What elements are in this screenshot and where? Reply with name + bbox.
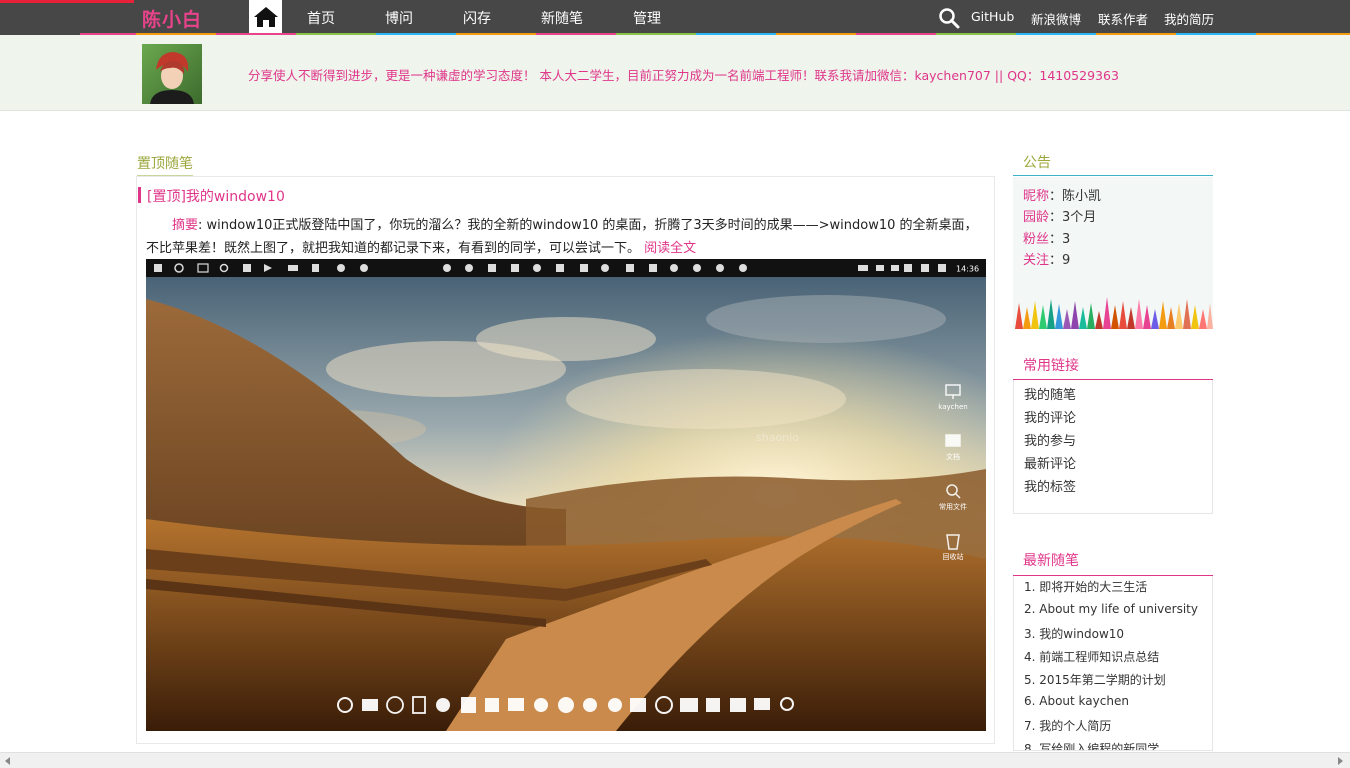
nav-manage[interactable]: 管理	[633, 8, 661, 28]
notice-heading: 公告	[1013, 152, 1213, 176]
notice-row-fans: 粉丝：3	[1023, 232, 1071, 247]
blog-motto: 分享使人不断得到进步，更是一种谦虚的学习态度！ 本人大二学生，目前正努力成为一名…	[248, 68, 1119, 83]
nav-home[interactable]: 首页	[307, 8, 335, 28]
pencils-decoration	[1015, 297, 1213, 329]
link-my-tags[interactable]: 我的标签	[1024, 476, 1076, 495]
link-my-participation[interactable]: 我的参与	[1024, 430, 1076, 449]
post-screenshot: 14:36 kaychen 文档 常用文件 回收站 shaonio	[146, 259, 986, 731]
blog-header: 分享使人不断得到进步，更是一种谦虚的学习态度！ 本人大二学生，目前正努力成为一名…	[0, 35, 1350, 111]
top-navbar: 陈小白 首页 博问 闪存 新随笔 管理 GitHub 新浪微博 联系作者 我的简…	[0, 0, 1350, 35]
post-title[interactable]: [置顶]我的window10	[147, 186, 285, 206]
link-my-posts[interactable]: 我的随笔	[1024, 384, 1076, 403]
recent-post-item[interactable]: 4. 前端工程师知识点总结	[1024, 648, 1159, 665]
notice-panel: 昵称：陈小凯 园龄：3个月 粉丝：3 关注：9	[1013, 177, 1213, 329]
recent-post-item[interactable]: 7. 我的个人简历	[1024, 717, 1111, 734]
follow-link[interactable]: 9	[1062, 253, 1070, 268]
summary-tag: 摘要	[172, 218, 199, 233]
age-link[interactable]: 3个月	[1062, 210, 1096, 225]
home-button[interactable]	[249, 0, 282, 33]
nav-flash[interactable]: 闪存	[463, 8, 491, 28]
nav-resume[interactable]: 我的简历	[1164, 9, 1214, 28]
blog-brand[interactable]: 陈小白	[142, 5, 202, 32]
post-summary: 摘要: window10正式版登陆中国了，你玩的溜么？我的全新的window10…	[146, 214, 988, 260]
clock-text: 14:36	[956, 265, 979, 274]
horizontal-scrollbar[interactable]	[0, 752, 1350, 768]
recent-post-item[interactable]: 2. About my life of university	[1024, 602, 1198, 616]
recent-posts-panel: 1. 即将开始的大三生活 2. About my life of univers…	[1013, 576, 1213, 751]
title-accent-bar	[138, 187, 141, 203]
search-button[interactable]	[938, 7, 960, 29]
notice-key: 粉丝	[1023, 232, 1050, 247]
link-my-comments[interactable]: 我的评论	[1024, 407, 1076, 426]
link-latest-comments[interactable]: 最新评论	[1024, 453, 1076, 472]
links-panel: 我的随笔 我的评论 我的参与 最新评论 我的标签	[1013, 380, 1213, 514]
scroll-right-icon[interactable]	[1338, 757, 1343, 765]
desktop-icon-label: 常用文件	[939, 502, 967, 511]
nav-weibo[interactable]: 新浪微博	[1031, 9, 1081, 28]
home-icon	[253, 6, 278, 27]
recent-post-item[interactable]: 5. 2015年第二学期的计划	[1024, 671, 1166, 688]
recent-post-item[interactable]: 1. 即将开始的大三生活	[1024, 578, 1147, 595]
read-more-link[interactable]: 阅读全文	[644, 241, 696, 256]
links-heading: 常用链接	[1013, 355, 1213, 380]
notice-row-age: 园龄：3个月	[1023, 210, 1097, 225]
summary-text: : window10正式版登陆中国了，你玩的溜么？我的全新的window10 的…	[146, 218, 978, 256]
recent-post-item[interactable]: 8. 写给刚入编程的新同学	[1024, 740, 1159, 750]
notice-key: 昵称	[1023, 189, 1050, 204]
fans-link[interactable]: 3	[1062, 232, 1070, 247]
notice-row-follow: 关注：9	[1023, 253, 1071, 268]
avatar-image	[142, 44, 202, 104]
notice-key: 关注	[1023, 253, 1050, 268]
notice-key: 园龄	[1023, 210, 1050, 225]
nav-new-post[interactable]: 新随笔	[541, 8, 583, 28]
pinned-section-label: 置顶随笔	[137, 153, 193, 177]
search-icon	[939, 8, 960, 29]
desktop-icon-label: kaychen	[938, 403, 967, 411]
desktop-icon-label: 回收站	[943, 552, 964, 561]
notice-row-nickname: 昵称：陈小凯	[1023, 189, 1102, 204]
nav-contact[interactable]: 联系作者	[1098, 9, 1148, 28]
watermark-text: shaonio	[756, 431, 799, 444]
recent-post-item[interactable]: 6. About kaychen	[1024, 694, 1129, 708]
avatar[interactable]	[142, 44, 202, 104]
desktop-icon-label: 文档	[946, 452, 960, 461]
nickname-link[interactable]: 陈小凯	[1062, 189, 1101, 204]
recent-post-item[interactable]: 3. 我的window10	[1024, 625, 1124, 642]
recent-heading: 最新随笔	[1013, 550, 1213, 576]
nav-github[interactable]: GitHub	[971, 9, 1014, 24]
nav-ask[interactable]: 博问	[385, 8, 413, 28]
scroll-left-icon[interactable]	[5, 757, 10, 765]
progress-marker	[0, 0, 134, 3]
